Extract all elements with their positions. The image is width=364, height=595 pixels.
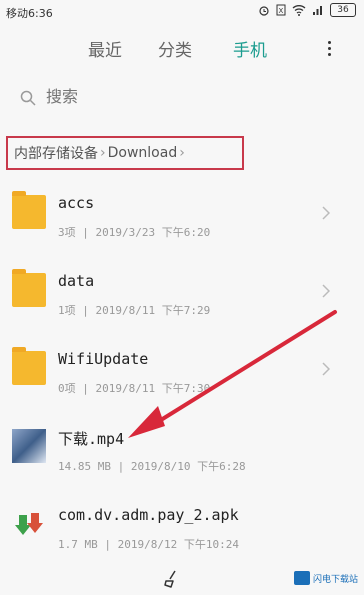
logo-icon <box>293 571 310 585</box>
bottom-bar: 闪电下载站 <box>0 565 364 595</box>
broom-icon[interactable] <box>162 569 182 589</box>
watermark-text: 闪电下载站 <box>312 574 358 585</box>
annotation-arrow <box>128 310 337 438</box>
watermark: 闪电下载站 <box>293 571 358 585</box>
